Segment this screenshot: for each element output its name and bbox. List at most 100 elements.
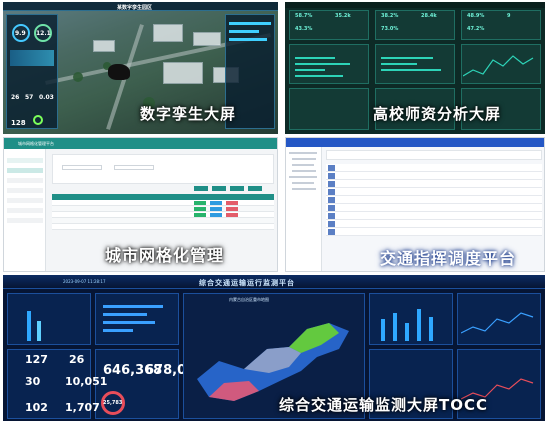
tree-node[interactable] bbox=[292, 164, 314, 166]
vbar bbox=[381, 319, 385, 341]
kpi-value: 58.7% bbox=[295, 13, 313, 19]
status-tag bbox=[194, 201, 206, 205]
stat-value: 10,051 bbox=[65, 375, 108, 388]
item-thumbnail bbox=[328, 165, 335, 171]
stat-value: 0.03 bbox=[39, 94, 54, 101]
status-tag bbox=[194, 207, 206, 211]
hbar bbox=[381, 69, 441, 71]
sidebar-item-active[interactable] bbox=[7, 168, 43, 173]
hbar bbox=[103, 329, 133, 332]
datetime: 2023-09-07 11:28:17 bbox=[63, 279, 106, 284]
sidebar-item[interactable] bbox=[7, 188, 43, 193]
tocc-caption: 综合交通运输监测大屏TOCC bbox=[279, 396, 489, 414]
gauge-value: 9.9 bbox=[15, 30, 26, 37]
vbar bbox=[417, 309, 421, 341]
stat-value: 26 bbox=[11, 94, 20, 101]
stat-value: 1,707 bbox=[65, 401, 100, 414]
gauge-value: 12.1 bbox=[36, 30, 51, 37]
vbar bbox=[393, 313, 397, 341]
city-grid-screenshot: 城市网格化管理平台 城市网格化管理 bbox=[3, 137, 278, 272]
traffic-dispatch-screenshot: 交通指挥调度平台 bbox=[285, 137, 545, 272]
kpi-value: 48.9% bbox=[467, 13, 485, 19]
line-chart bbox=[461, 312, 534, 334]
search-bar[interactable] bbox=[326, 150, 542, 160]
sidebar-item[interactable] bbox=[7, 158, 43, 163]
faculty-caption: 高校师资分析大屏 bbox=[373, 105, 502, 123]
stat-value: 30 bbox=[25, 375, 41, 388]
status-tag bbox=[210, 201, 222, 205]
tree-node[interactable] bbox=[292, 170, 316, 172]
hbar bbox=[103, 313, 147, 316]
stat-value: 26 bbox=[69, 353, 85, 366]
sidebar-item[interactable] bbox=[7, 218, 43, 223]
status-tag bbox=[226, 201, 238, 205]
area-chart bbox=[10, 50, 54, 66]
tocc-screenshot: 综合交通运输运行监测平台 2023-09-07 11:28:17 127 26 … bbox=[3, 275, 545, 421]
action-button[interactable] bbox=[212, 186, 226, 191]
action-button[interactable] bbox=[248, 186, 262, 191]
status-tag bbox=[210, 207, 222, 211]
status-tag bbox=[194, 213, 206, 217]
status-tag bbox=[226, 207, 238, 211]
hbar bbox=[295, 69, 325, 71]
app-title: 城市网格化管理平台 bbox=[18, 141, 54, 146]
map-title: 内蒙古自治区重市地图 bbox=[229, 297, 269, 302]
tree-node[interactable] bbox=[292, 182, 314, 184]
stat-value: 57 bbox=[25, 94, 34, 101]
status-tag bbox=[226, 213, 238, 217]
tree-node[interactable] bbox=[289, 176, 317, 178]
digital-twin-screenshot: 某数字孪生园区 9.9 12.1 26 57 0.03 128 数字孪生大屏 bbox=[3, 2, 278, 134]
hbar bbox=[381, 63, 417, 65]
building bbox=[163, 62, 203, 84]
item-thumbnail bbox=[328, 181, 335, 187]
building bbox=[153, 24, 183, 42]
hbar bbox=[103, 305, 163, 308]
progress-bar bbox=[229, 22, 271, 25]
kpi-value: 73.0% bbox=[381, 26, 399, 32]
hbar bbox=[381, 57, 433, 59]
kpi-value: 47.2% bbox=[467, 26, 485, 32]
progress-bar bbox=[229, 30, 259, 33]
building bbox=[93, 40, 115, 52]
faculty-analysis-screenshot: 58.7% 35.2k 38.2% 28.4k 48.9% 9 43.3% 73… bbox=[285, 2, 545, 134]
tree-node[interactable] bbox=[292, 158, 316, 160]
item-thumbnail bbox=[328, 173, 335, 179]
chart-card bbox=[7, 293, 91, 345]
status-ring bbox=[33, 115, 43, 125]
tree-node[interactable] bbox=[289, 152, 317, 154]
list-item[interactable] bbox=[326, 188, 542, 196]
chart-card bbox=[95, 293, 179, 345]
sidebar-item[interactable] bbox=[7, 208, 43, 213]
filter-input[interactable] bbox=[114, 165, 154, 170]
list-item[interactable] bbox=[326, 212, 542, 220]
action-button[interactable] bbox=[194, 186, 208, 191]
landmark-silhouette bbox=[108, 64, 130, 80]
list-item[interactable] bbox=[326, 204, 542, 212]
sidebar-item[interactable] bbox=[7, 198, 43, 203]
item-thumbnail bbox=[328, 197, 335, 203]
item-thumbnail bbox=[328, 221, 335, 227]
kpi-value: 35.2k bbox=[335, 13, 351, 19]
chart-card bbox=[289, 88, 369, 130]
list-item[interactable] bbox=[326, 220, 542, 228]
kpi-value: 38.2% bbox=[381, 13, 399, 19]
tree-node[interactable] bbox=[292, 188, 316, 190]
list-item[interactable] bbox=[326, 228, 542, 236]
vbar bbox=[429, 317, 433, 341]
filter-input[interactable] bbox=[62, 165, 102, 170]
vbar bbox=[27, 311, 31, 341]
action-button[interactable] bbox=[230, 186, 244, 191]
progress-bar bbox=[229, 38, 267, 41]
list-item[interactable] bbox=[326, 164, 542, 172]
hbar bbox=[103, 321, 155, 324]
list-item[interactable] bbox=[326, 172, 542, 180]
dispatch-caption: 交通指挥调度平台 bbox=[380, 249, 517, 268]
sidebar-item[interactable] bbox=[7, 178, 43, 183]
header-bar bbox=[285, 2, 545, 8]
list-item[interactable] bbox=[326, 180, 542, 188]
hbar bbox=[295, 63, 350, 65]
table-row[interactable] bbox=[52, 224, 274, 230]
item-thumbnail bbox=[328, 213, 335, 219]
item-thumbnail bbox=[328, 189, 335, 195]
list-item[interactable] bbox=[326, 196, 542, 204]
